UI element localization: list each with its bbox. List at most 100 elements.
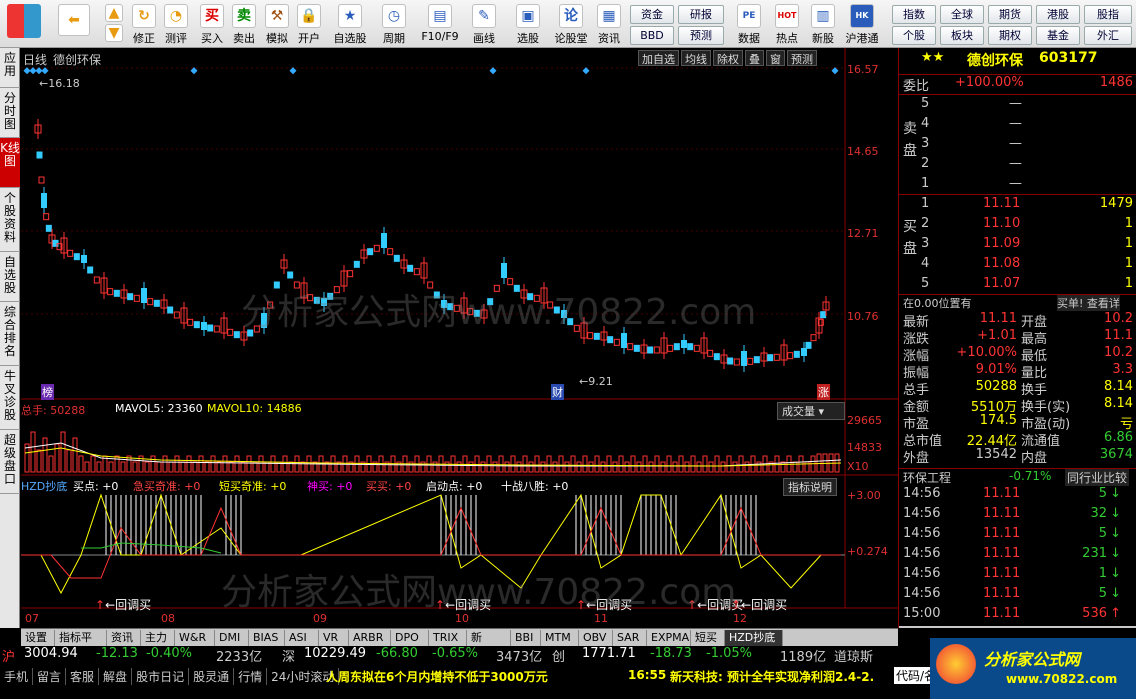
period-button[interactable]: ◷ 周期 (374, 2, 414, 46)
volume-dropdown[interactable]: 成交量 ▾ (777, 402, 845, 420)
nav-superlevel[interactable]: 超级盘口 (0, 430, 20, 494)
new-stock-button[interactable]: ▥ 新股 (806, 2, 840, 46)
status-item[interactable]: 留言 (33, 668, 67, 685)
volume-bar (168, 461, 174, 473)
research-button[interactable]: 研报 (678, 5, 724, 24)
indicator-tab[interactable]: OBV (579, 630, 613, 646)
hk-connect-button[interactable]: HK 沪港通 (840, 2, 884, 46)
status-item[interactable]: 解盘 (99, 668, 133, 685)
view-detail-link[interactable]: 买单! 查看详 (1057, 295, 1120, 311)
marker-finance[interactable]: 财 (551, 384, 564, 400)
index-button[interactable]: 指数 (892, 5, 936, 24)
nav-diagnose[interactable]: 牛叉诊股 (0, 366, 20, 430)
candle (593, 332, 600, 340)
indicator-tab[interactable]: ASI (285, 630, 319, 646)
indicator-tab[interactable]: VR (319, 630, 349, 646)
buy-row[interactable]: 4 11.08 1 (899, 256, 1136, 275)
back-button[interactable]: ⬅ (54, 2, 94, 46)
global-button[interactable]: 全球 (940, 5, 984, 24)
sell-row[interactable]: 1— (899, 176, 1136, 195)
f10-button[interactable]: ▤ F10/F9 (418, 2, 462, 46)
star-icon[interactable]: ★★ (921, 50, 944, 65)
indicator-tab[interactable]: 资讯 (107, 630, 141, 646)
status-item[interactable]: 股市日记 (132, 668, 190, 685)
indicator-tab[interactable]: DPO (391, 630, 429, 646)
candle (747, 357, 754, 365)
volume-bar (612, 461, 618, 473)
watchlist-button[interactable]: ★ 自选股 (330, 2, 370, 46)
kline-svg (21, 48, 898, 609)
indicator-tab[interactable]: 主力 (141, 630, 175, 646)
quote-panel: ★★ 德创环保 603177 委比 +100.00% 1486 卖盘 5—4—3… (898, 48, 1136, 628)
status-item[interactable]: 客服 (66, 668, 100, 685)
sell-row[interactable]: 3— (899, 136, 1136, 155)
forum-button[interactable]: 论论股堂 (552, 2, 590, 46)
candle (127, 293, 134, 301)
data-button[interactable]: PE 数据 (732, 2, 766, 46)
chart-area[interactable]: 日线 德创环保 加自选 均线 除权 叠 窗 预测 16.57 14.65 12.… (21, 48, 898, 628)
candle (733, 358, 740, 366)
indicator-tab[interactable]: 新DMA (467, 630, 511, 659)
candle (693, 344, 700, 352)
nav-watchlist[interactable]: 自选股 (0, 252, 20, 302)
options-button[interactable]: 期权 (988, 26, 1032, 45)
tb-btn-1[interactable]: ◔ 测评 (160, 2, 192, 46)
indicator-tab[interactable]: HZD抄底 (725, 630, 783, 646)
indicator-help-button[interactable]: 指标说明 (783, 478, 837, 496)
fund-button[interactable]: 基金 (1036, 26, 1080, 45)
sell-button[interactable]: 卖卖出 (230, 2, 258, 46)
buy-row[interactable]: 1 11.11 1479 (899, 196, 1136, 215)
nav-profile[interactable]: 个股资料 (0, 188, 20, 252)
buy-row[interactable]: 3 11.09 1 (899, 236, 1136, 255)
indicator-tab[interactable]: 设置 (21, 630, 55, 646)
bbd-button[interactable]: BBD (630, 26, 674, 45)
indicator-tab[interactable]: TRIX (429, 630, 467, 646)
indicator-name: HZD抄底 (21, 480, 68, 493)
news-ticker-2[interactable]: 新天科技: 预计全年实现净利润2.4-2. (670, 668, 874, 685)
sector-button[interactable]: 板块 (940, 26, 984, 45)
futures-button[interactable]: 期货 (988, 5, 1032, 24)
indicator-tab[interactable]: SAR (613, 630, 647, 646)
nav-apps[interactable]: 应用 (0, 48, 20, 88)
open-account-button[interactable]: 🔒 开户 (294, 2, 324, 46)
news-button[interactable]: ▦ 资讯 (594, 2, 624, 46)
sell-row[interactable]: 2— (899, 156, 1136, 175)
indicator-tab[interactable]: ARBR (349, 630, 391, 646)
individual-button[interactable]: 个股 (892, 26, 936, 45)
status-item[interactable]: 手机 (0, 668, 34, 685)
indicator-tab[interactable]: EXPMA (647, 630, 691, 646)
simulate-button[interactable]: ⚒ 模拟 (262, 2, 292, 46)
status-item[interactable]: 行情 (234, 668, 268, 685)
indicator-tab[interactable]: W&R (175, 630, 215, 646)
stock-picker-button[interactable]: ▣ 选股 (508, 2, 548, 46)
buy-row[interactable]: 5 11.07 1 (899, 276, 1136, 295)
indicator-tab[interactable]: MTM (541, 630, 579, 646)
sell-row[interactable]: 4— (899, 116, 1136, 135)
nav-intraday[interactable]: 分时图 (0, 88, 20, 138)
indicator-tab[interactable]: DMI (215, 630, 249, 646)
industry-compare-button[interactable]: 同行业比较 (1065, 469, 1130, 486)
status-item[interactable]: 股灵通 (189, 668, 235, 685)
sell-row[interactable]: 5— (899, 96, 1136, 115)
nav-kline[interactable]: K线图 (0, 138, 20, 188)
indicator-tab[interactable]: 短买 (691, 630, 725, 646)
funds-button[interactable]: 资金 (630, 5, 674, 24)
indicator-tab[interactable]: 指标平台 (55, 630, 107, 659)
up-button[interactable]: ▲ ▼ (100, 2, 128, 46)
indicator-tab[interactable]: BIAS (249, 630, 285, 646)
tb-btn-0[interactable]: ↻ 修正 (128, 2, 160, 46)
forecast-button[interactable]: 预测 (678, 26, 724, 45)
news-ticker[interactable]: 人周东拟在6个月内增持不低于3000万元 (326, 668, 548, 685)
buy-button[interactable]: 买买入 (198, 2, 226, 46)
nav-ranking[interactable]: 综合排名 (0, 302, 20, 366)
hotspot-button[interactable]: HOT 热点 (770, 2, 804, 46)
candle (653, 346, 660, 354)
draw-line-button[interactable]: ✎ 画线 (464, 2, 504, 46)
hk-button[interactable]: 港股 (1036, 5, 1080, 24)
marker-rank[interactable]: 榜 (41, 384, 54, 400)
stock-index-button[interactable]: 股指 (1084, 5, 1132, 24)
marker-limitup[interactable]: 涨 (817, 384, 830, 400)
buy-row[interactable]: 2 11.10 1 (899, 216, 1136, 235)
forex-button[interactable]: 外汇 (1084, 26, 1132, 45)
indicator-tab[interactable]: BBI (511, 630, 541, 646)
